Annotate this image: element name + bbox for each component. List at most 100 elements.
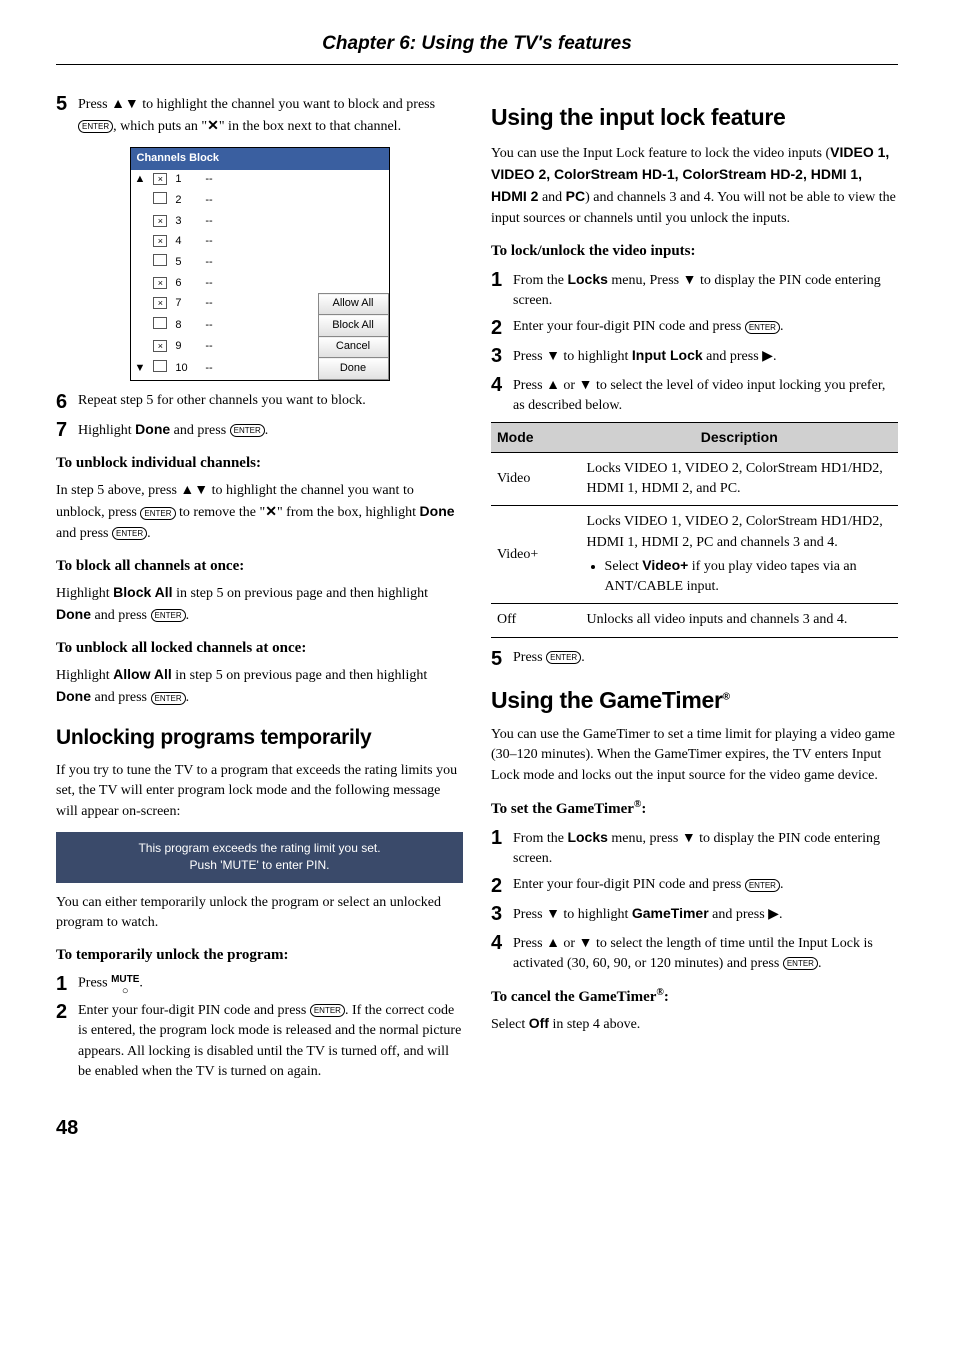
button-cell: Block All — [318, 315, 388, 337]
up-down-icon: ▲▼ — [111, 95, 139, 111]
text: . — [139, 976, 143, 991]
text: Press — [513, 936, 546, 951]
temp-step-2: 2 Enter your four-digit PIN code and pre… — [56, 1001, 463, 1082]
enter-icon: ENTER — [140, 507, 175, 520]
cell-desc: Locks VIDEO 1, VIDEO 2, ColorStream HD1/… — [581, 506, 898, 604]
checkbox-cell — [149, 170, 171, 190]
bullet-list: Select Video+ if you play video tapes vi… — [587, 555, 892, 598]
scroll-arrow-cell: ▼ — [131, 358, 150, 380]
channel-number: 6 — [171, 274, 201, 294]
page-number: 48 — [56, 1114, 898, 1143]
text: . — [147, 526, 151, 541]
table-row: 4-- — [131, 232, 389, 252]
checkbox-cell — [149, 190, 171, 212]
right-column: Using the input lock feature You can use… — [491, 87, 898, 1089]
text: in step 5 on previous page and then high… — [173, 586, 428, 601]
step-num: 1 — [56, 973, 78, 995]
text: Enter your four-digit PIN code and press — [513, 319, 745, 334]
text: Select — [605, 559, 643, 574]
subhead-unblock-individual: To unblock individual channels: — [56, 453, 463, 475]
text: To cancel the GameTimer — [491, 989, 656, 1005]
text: Highlight — [56, 586, 113, 601]
table-row: 5-- — [131, 252, 389, 274]
step-num: 4 — [491, 932, 513, 975]
text: in step 5 on previous page and then high… — [172, 668, 427, 683]
enter-icon: ENTER — [230, 424, 265, 437]
step-5: 5 Press ▲▼ to highlight the channel you … — [56, 93, 463, 138]
channel-value: -- — [201, 212, 318, 232]
heading-text: Using the GameTimer — [491, 687, 723, 713]
text: Enter your four-digit PIN code and press — [513, 877, 745, 892]
scroll-arrow-cell — [131, 294, 150, 315]
enter-icon: ENTER — [151, 609, 186, 622]
step-body: Press ▲ or ▼ to select the level of vide… — [513, 374, 898, 417]
table-row: 2-- — [131, 190, 389, 212]
checkbox-cell — [149, 232, 171, 252]
text: You can use the Input Lock feature to lo… — [491, 146, 830, 161]
table-row: ▼10--Done — [131, 358, 389, 380]
heading-unlocking: Unlocking programs temporarily — [56, 723, 463, 753]
text: to highlight — [560, 349, 632, 364]
cell-desc: Locks VIDEO 1, VIDEO 2, ColorStream HD1/… — [581, 452, 898, 506]
button-cell — [318, 212, 388, 232]
step-num: 2 — [491, 875, 513, 897]
video-plus-label: Video+ — [642, 557, 688, 573]
step-body: Enter your four-digit PIN code and press… — [513, 875, 898, 897]
checkbox-icon — [153, 173, 167, 185]
checkbox-cell — [149, 315, 171, 337]
text: and press — [91, 608, 151, 623]
done-label: Done — [56, 606, 91, 622]
enter-icon: ENTER — [745, 879, 780, 892]
il-step-4: 4 Press ▲ or ▼ to select the level of vi… — [491, 374, 898, 417]
text: . — [186, 690, 190, 705]
channel-number: 3 — [171, 212, 201, 232]
channels-block-panel: Channels Block ▲1--2--3--4--5--6--7--All… — [130, 147, 390, 381]
text: and press — [91, 690, 151, 705]
paragraph: In step 5 above, press ▲▼ to highlight t… — [56, 479, 463, 544]
enter-icon: ENTER — [310, 1004, 345, 1017]
channel-number: 8 — [171, 315, 201, 337]
scroll-arrow-cell — [131, 190, 150, 212]
scroll-arrow-cell — [131, 337, 150, 358]
channel-value: -- — [201, 190, 318, 212]
button-cell — [318, 170, 388, 190]
checkbox-icon — [153, 277, 167, 289]
table-row: 8--Block All — [131, 315, 389, 337]
button-cell: Allow All — [318, 294, 388, 315]
scroll-arrow-cell — [131, 274, 150, 294]
cell-mode: Video+ — [491, 506, 581, 604]
table-row: 7--Allow All — [131, 294, 389, 315]
table-row: Video Locks VIDEO 1, VIDEO 2, ColorStrea… — [491, 452, 898, 506]
paragraph: Highlight Block All in step 5 on previou… — [56, 582, 463, 627]
step-body: Press ▼ to highlight Input Lock and pres… — [513, 345, 898, 367]
channel-value: -- — [201, 337, 318, 358]
text: Highlight — [78, 423, 135, 438]
il-step-5: 5 Press ENTER. — [491, 648, 898, 670]
step-num: 2 — [491, 317, 513, 339]
chapter-title: Chapter 6: Using the TV's features — [56, 30, 898, 58]
text: and press — [56, 526, 112, 541]
channel-number: 10 — [171, 358, 201, 380]
text: In step 5 above, press — [56, 483, 180, 498]
text: Locks VIDEO 1, VIDEO 2, ColorStream HD1/… — [587, 514, 883, 549]
up-down-icon: ▲▼ — [180, 481, 208, 497]
subhead-block-all: To block all channels at once: — [56, 556, 463, 578]
divider — [56, 64, 898, 65]
enter-icon: ENTER — [783, 957, 818, 970]
locks-label: Locks — [567, 271, 607, 287]
cell-mode: Off — [491, 604, 581, 637]
gt-step-2: 2 Enter your four-digit PIN code and pre… — [491, 875, 898, 897]
button-cell: Cancel — [318, 337, 388, 358]
step-body: From the Locks menu, press ▼ to display … — [513, 827, 898, 870]
text: " in the box next to that channel. — [219, 119, 401, 134]
step-body: Press MUTE○. — [78, 973, 463, 995]
mute-circle-icon: ○ — [111, 988, 139, 994]
down-icon: ▼ — [683, 271, 697, 287]
text: . — [818, 956, 822, 971]
text: : — [641, 801, 646, 817]
table-row: ▲1-- — [131, 170, 389, 190]
step-body: Press ▼ to highlight GameTimer and press… — [513, 903, 898, 925]
channels-block-table: ▲1--2--3--4--5--6--7--Allow All8--Block … — [131, 170, 389, 380]
checkbox-icon — [153, 317, 167, 329]
text: . — [773, 349, 777, 364]
